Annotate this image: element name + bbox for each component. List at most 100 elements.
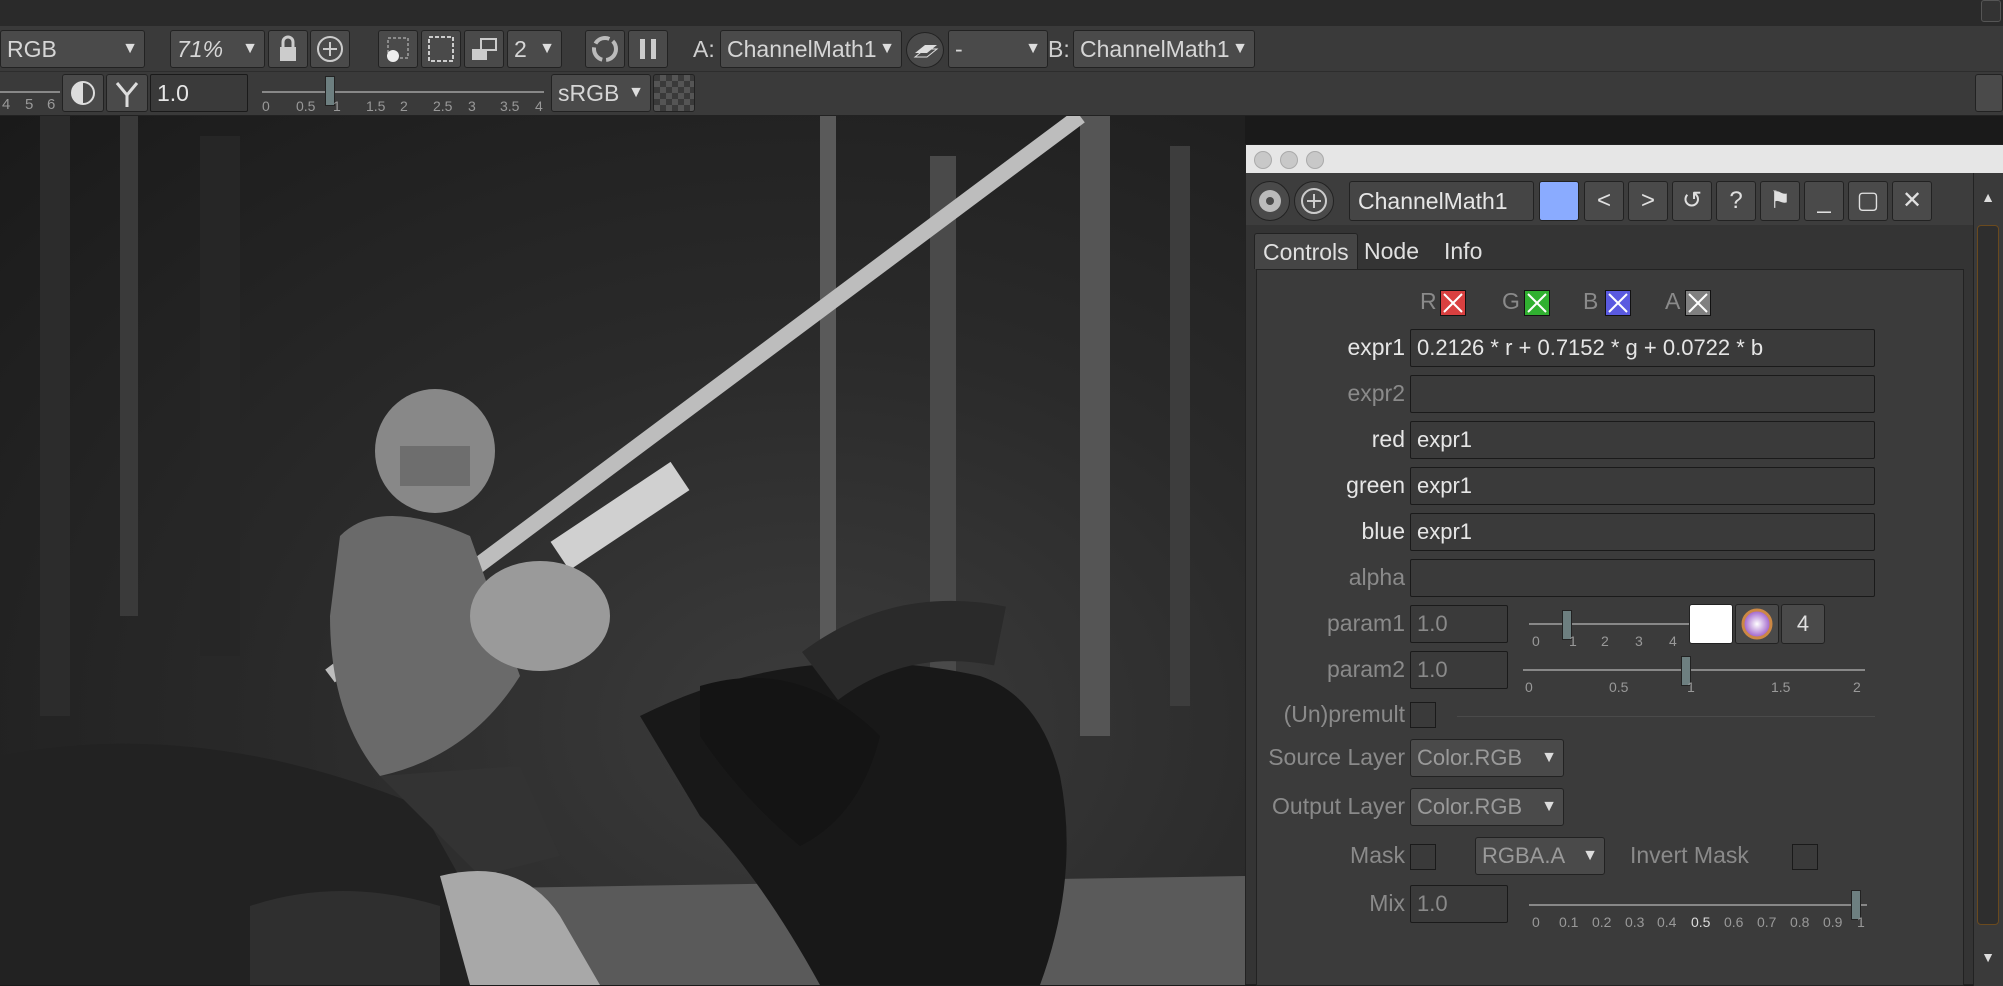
gamma-tick-label: 4 [535,98,543,114]
invert-mask-checkbox[interactable] [1792,844,1818,870]
minimize-panel-button[interactable]: _ [1804,181,1844,221]
unpremult-label: (Un)premult [1283,701,1405,727]
channels-dropdown[interactable]: RGB ▼ [0,30,145,68]
tab-info[interactable]: Info [1436,233,1490,269]
restore-defaults-button[interactable]: ↺ [1672,181,1712,221]
tab-node[interactable]: Node [1356,233,1427,269]
viewer-image [0,116,1245,985]
proxy-button[interactable] [464,30,504,68]
mix-tick-label: 0.2 [1592,914,1612,930]
param2-slider-track[interactable] [1523,669,1865,671]
close-window-icon[interactable] [1254,151,1272,169]
unpremult-checkbox[interactable] [1410,702,1436,728]
redo-button[interactable]: > [1628,181,1668,221]
roi-button[interactable] [421,30,461,68]
mix-tick-label: 0.3 [1625,914,1645,930]
channel-g-checkbox[interactable] [1524,290,1550,316]
undo-button[interactable]: < [1584,181,1624,221]
channel-g-label: G [1502,288,1520,314]
scrollbar-track[interactable] [1977,225,1999,925]
pin-button[interactable]: ⚑ [1760,181,1800,221]
source-layer-label: Source Layer [1268,744,1405,770]
expr1-field[interactable]: 0.2126 * r + 0.7152 * g + 0.0722 * b [1410,329,1875,367]
param1-color-wheel-button[interactable] [1735,604,1779,644]
mask-checkbox[interactable] [1410,844,1436,870]
scroll-down-arrow-icon[interactable]: ▼ [1977,945,1999,969]
toolbar-edge-button[interactable] [1975,74,2003,112]
chevron-down-icon: ▼ [1025,40,1041,57]
close-panel-button[interactable]: ✕ [1892,181,1932,221]
chevron-down-icon: ▼ [1582,847,1598,864]
tab-controls[interactable]: Controls [1254,233,1358,269]
node-name-field[interactable]: ChannelMath1 [1349,181,1534,221]
colorspace-value: sRGB [558,80,620,106]
channel-a-checkbox[interactable] [1685,290,1711,316]
proxy-level-dropdown[interactable]: 2 ▼ [507,30,562,68]
alpha-field[interactable] [1410,559,1875,597]
add-button[interactable] [310,30,350,68]
mix-field[interactable]: 1.0 [1410,885,1508,923]
gamma-slider-track[interactable] [262,91,544,93]
param2-tick-label: 0.5 [1609,679,1629,695]
channel-a-label: A [1665,288,1681,314]
scroll-up-arrow-icon[interactable]: ▲ [1977,185,1999,209]
output-layer-dropdown[interactable]: Color.RGB ▼ [1410,788,1564,826]
region-select-button[interactable] [378,30,418,68]
gain-tick-label: 4 [2,96,11,113]
gamma-toggle-button[interactable] [106,74,148,112]
checkerboard-button[interactable] [653,74,695,112]
zoom-dropdown[interactable]: 71% ▼ [170,30,265,68]
param1-dimension-button[interactable]: 4 [1781,604,1825,644]
help-button[interactable]: ? [1716,181,1756,221]
source-layer-value: Color.RGB [1417,745,1523,770]
pin-icon: ⚑ [1769,187,1791,214]
composite-mode-dropdown[interactable]: - ▼ [948,30,1048,68]
chevron-left-icon: < [1596,187,1611,214]
param1-field[interactable]: 1.0 [1410,605,1508,643]
crosshair-plus-icon [1301,188,1327,214]
expr1-label: expr1 [1347,334,1405,360]
red-field[interactable]: expr1 [1410,421,1875,459]
pause-button[interactable] [628,30,668,68]
channels-value: RGB [7,36,57,62]
green-field[interactable]: expr1 [1410,467,1875,505]
node-color-button[interactable] [1539,181,1579,221]
gain-slider-track[interactable] [0,91,60,93]
red-label: red [1371,426,1405,452]
source-layer-dropdown[interactable]: Color.RGB ▼ [1410,739,1564,777]
gamma-value-field[interactable]: 1.0 [150,74,248,112]
window-corner-icon[interactable] [1981,0,2001,22]
refresh-button[interactable] [585,30,625,68]
param1-color-swatch[interactable] [1689,604,1733,644]
green-label: green [1346,472,1405,498]
channel-b-checkbox[interactable] [1605,290,1631,316]
composite-mode-value: - [955,36,963,62]
chevron-down-icon: ▼ [628,84,644,101]
input-a-dropdown[interactable]: ChannelMath1 ▼ [720,30,902,68]
colorspace-dropdown[interactable]: sRGB ▼ [551,74,651,112]
mask-channel-dropdown[interactable]: RGBA.A ▼ [1475,837,1605,875]
controls-tab-body: R G B A expr1 0.2126 * r + 0.7152 * g + … [1256,269,1964,986]
gear-icon [1259,190,1281,212]
settings-button[interactable] [1250,181,1290,221]
mix-tick-label: 0.7 [1757,914,1777,930]
input-b-dropdown[interactable]: ChannelMath1 ▼ [1073,30,1255,68]
expr2-field[interactable] [1410,375,1875,413]
channel-r-checkbox[interactable] [1440,290,1466,316]
param1-slider-track[interactable] [1529,623,1699,625]
channel-b-label: B [1583,288,1599,314]
float-panel-button[interactable]: ▢ [1848,181,1888,221]
minimize-window-icon[interactable] [1280,151,1298,169]
zoom-window-icon[interactable] [1306,151,1324,169]
blue-field[interactable]: expr1 [1410,513,1875,551]
output-layer-label: Output Layer [1272,793,1405,819]
viewer-toolbar-top: RGB ▼ 71% ▼ 2 ▼ A: ChannelMath1 ▼ - ▼ B: Chan… [0,26,2003,72]
param2-field[interactable]: 1.0 [1410,651,1508,689]
composite-operator-button[interactable] [906,32,944,68]
center-node-button[interactable] [1294,181,1334,221]
lock-button[interactable] [268,30,308,68]
gain-toggle-button[interactable] [62,74,104,112]
viewer-canvas[interactable] [0,116,1245,985]
param1-tick-label: 2 [1601,633,1609,649]
mix-slider-track[interactable] [1529,904,1867,906]
